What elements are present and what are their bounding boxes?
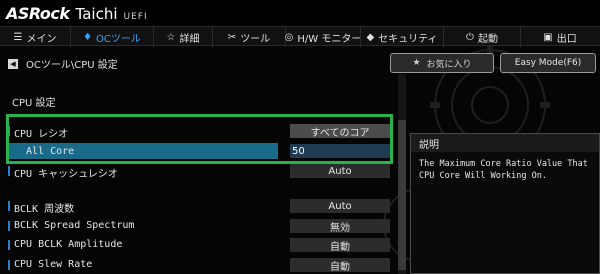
star-icon: ☆ bbox=[166, 31, 176, 43]
star-icon: ★ bbox=[412, 58, 421, 68]
setting-value[interactable]: Auto bbox=[290, 199, 390, 213]
exit-icon: ▣ bbox=[543, 31, 553, 43]
tab-security[interactable]: ◆ セキュリティ bbox=[361, 27, 443, 47]
tab-label: 詳細 bbox=[179, 33, 200, 45]
setting-row-cpu-slew-rate[interactable]: CPU Slew Rate 自動 bbox=[0, 257, 398, 273]
easy-mode-button[interactable]: Easy Mode(F6) bbox=[500, 53, 596, 73]
row-marker bbox=[8, 240, 10, 250]
description-panel: 説明 The Maximum Core Ratio Value That CPU… bbox=[410, 133, 600, 274]
breadcrumb-text: OCツール\CPU 設定 bbox=[26, 60, 118, 71]
all-core-input[interactable]: 50 bbox=[290, 144, 390, 158]
tab-label: メイン bbox=[26, 33, 57, 45]
brand-logo: ASRock Taichi UEFI bbox=[6, 4, 148, 23]
setting-row-cache-ratio[interactable]: CPU キャッシュレシオ Auto bbox=[0, 163, 398, 180]
brand-bar: ASRock Taichi UEFI bbox=[0, 0, 600, 25]
setting-label: CPU Slew Rate bbox=[14, 259, 93, 270]
description-title: 説明 bbox=[411, 134, 599, 152]
setting-value[interactable]: すべてのコア bbox=[290, 124, 390, 139]
tab-boot[interactable]: ⏻ 起動 bbox=[444, 27, 520, 47]
row-marker bbox=[8, 221, 10, 231]
tab-tools[interactable]: ✂ ツール bbox=[213, 27, 285, 47]
setting-value[interactable]: 自動 bbox=[290, 258, 390, 273]
tools-icon: ✂ bbox=[227, 31, 237, 43]
row-marker bbox=[8, 166, 10, 176]
brand-model: Taichi bbox=[75, 5, 118, 23]
row-marker bbox=[8, 201, 10, 211]
setting-row-cpu-ratio[interactable]: CPU レシオ すべてのコア bbox=[0, 123, 398, 140]
tab-advanced[interactable]: ☆ 詳細 bbox=[154, 27, 212, 47]
tab-label: OCツール bbox=[96, 33, 141, 45]
power-icon: ⏻ bbox=[466, 31, 474, 43]
tab-oc-tools[interactable]: ♦ OCツール bbox=[71, 27, 153, 47]
tab-label: ツール bbox=[240, 33, 271, 45]
favorites-label: お気に入り bbox=[426, 59, 472, 70]
shield-icon: ◆ bbox=[366, 31, 375, 43]
description-text: The Maximum Core Ratio Value That CPU Co… bbox=[419, 159, 588, 181]
setting-label: BCLK Spread Spectrum bbox=[14, 220, 135, 231]
tab-label: 起動 bbox=[477, 33, 498, 45]
tab-main[interactable]: ☰ メイン bbox=[0, 27, 70, 47]
bios-screen: ASRock Taichi UEFI ☰ メイン ♦ OCツール ☆ 詳細 ✂ … bbox=[0, 0, 600, 274]
back-arrow-icon[interactable]: ◀ bbox=[8, 58, 18, 69]
menu-icon: ☰ bbox=[13, 31, 23, 43]
setting-label: CPU BCLK Amplitude bbox=[14, 239, 123, 250]
setting-value[interactable]: Auto bbox=[290, 164, 390, 178]
flame-icon: ♦ bbox=[83, 31, 93, 43]
row-marker bbox=[8, 260, 10, 270]
monitor-icon: ◎ bbox=[284, 31, 294, 43]
setting-label: BCLK 周波数 bbox=[14, 204, 75, 215]
row-marker bbox=[8, 126, 10, 136]
favorites-button[interactable]: ★ お気に入り bbox=[390, 53, 494, 73]
section-title: CPU 設定 bbox=[12, 98, 56, 109]
setting-label: CPU キャッシュレシオ bbox=[14, 169, 118, 180]
breadcrumb: ◀ OCツール\CPU 設定 bbox=[8, 56, 118, 71]
scrollbar-thumb[interactable] bbox=[398, 120, 406, 270]
tab-label: 出口 bbox=[556, 33, 577, 45]
brand-name: ASRock bbox=[6, 4, 70, 23]
tab-label: H/W モニター bbox=[297, 33, 362, 45]
setting-row-bclk-spread-spectrum[interactable]: BCLK Spread Spectrum 無効 bbox=[0, 218, 398, 234]
main-nav: ☰ メイン ♦ OCツール ☆ 詳細 ✂ ツール ◎ H/W モニター ◆ セキ… bbox=[0, 26, 600, 47]
setting-row-bclk-frequency[interactable]: BCLK 周波数 Auto bbox=[0, 198, 398, 215]
setting-label: CPU レシオ bbox=[14, 129, 69, 140]
tab-exit[interactable]: ▣ 出口 bbox=[521, 27, 599, 47]
tab-hw-monitor[interactable]: ◎ H/W モニター bbox=[284, 27, 362, 47]
setting-value[interactable]: 自動 bbox=[290, 238, 390, 253]
firmware-label: UEFI bbox=[123, 12, 148, 22]
setting-row-cpu-bclk-amplitude[interactable]: CPU BCLK Amplitude 自動 bbox=[0, 237, 398, 253]
setting-value[interactable]: 無効 bbox=[290, 219, 390, 234]
setting-label-all-core[interactable]: All Core bbox=[26, 146, 74, 157]
tab-label: セキュリティ bbox=[378, 33, 438, 45]
settings-panel: ◀ OCツール\CPU 設定 CPU 設定 CPU レシオ すべてのコア All… bbox=[0, 47, 398, 274]
